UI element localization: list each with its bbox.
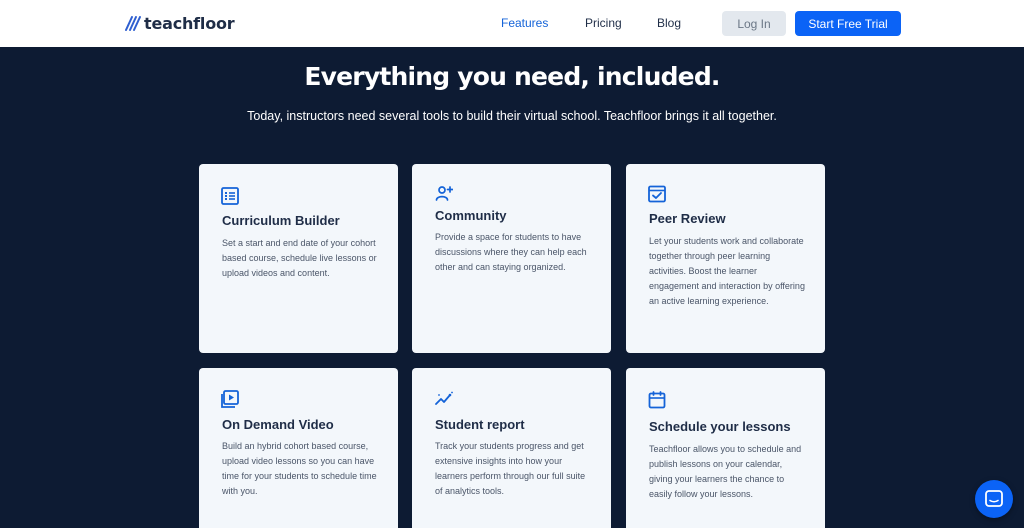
card-title: Schedule your lessons xyxy=(649,419,791,434)
card-title: On Demand Video xyxy=(222,417,334,432)
start-free-trial-button[interactable]: Start Free Trial xyxy=(795,11,901,36)
card-description: Teachfloor allows you to schedule and pu… xyxy=(649,444,802,499)
feature-card-curriculum-builder: Curriculum Builder Set a start and end d… xyxy=(199,164,398,353)
hero-title: Everything you need, included. xyxy=(304,62,720,91)
feature-card-schedule-lessons: Schedule your lessons Teachfloor allows … xyxy=(626,368,825,528)
calendar-icon xyxy=(648,391,666,409)
chat-icon xyxy=(985,490,1003,507)
feature-card-community: Community Provide a space for students t… xyxy=(412,164,611,353)
card-description: Build an hybrid cohort based course, upl… xyxy=(222,441,377,496)
feature-card-on-demand-video: On Demand Video Build an hybrid cohort b… xyxy=(199,368,398,528)
nav-link-blog[interactable]: Blog xyxy=(657,16,681,30)
card-title: Student report xyxy=(435,417,525,432)
nav-link-pricing[interactable]: Pricing xyxy=(585,16,622,30)
card-title: Peer Review xyxy=(649,211,726,226)
brand-logo[interactable]: teachfloor xyxy=(124,12,235,34)
login-button[interactable]: Log In xyxy=(722,11,786,36)
check-square-icon xyxy=(648,185,666,203)
nav-link-features[interactable]: Features xyxy=(501,16,548,30)
card-title: Curriculum Builder xyxy=(222,213,340,228)
logo-stripes-icon xyxy=(125,16,141,31)
video-play-icon xyxy=(221,390,239,408)
user-plus-icon xyxy=(435,186,453,201)
card-description: Let your students work and collaborate t… xyxy=(649,236,805,306)
brand-name: teachfloor xyxy=(144,13,235,33)
hero-subtitle: Today, instructors need several tools to… xyxy=(247,109,777,123)
card-description: Set a start and end date of your cohort … xyxy=(222,238,377,278)
analytics-icon xyxy=(435,391,453,405)
chat-launcher-button[interactable] xyxy=(975,480,1013,518)
card-description: Provide a space for students to have dis… xyxy=(435,232,587,272)
card-description: Track your students progress and get ext… xyxy=(435,441,586,496)
feature-card-peer-review: Peer Review Let your students work and c… xyxy=(626,164,825,353)
list-icon xyxy=(221,187,239,205)
top-navbar: teachfloor Features Pricing Blog Log In … xyxy=(0,0,1024,47)
feature-card-student-report: Student report Track your students progr… xyxy=(412,368,611,528)
card-title: Community xyxy=(435,208,507,223)
